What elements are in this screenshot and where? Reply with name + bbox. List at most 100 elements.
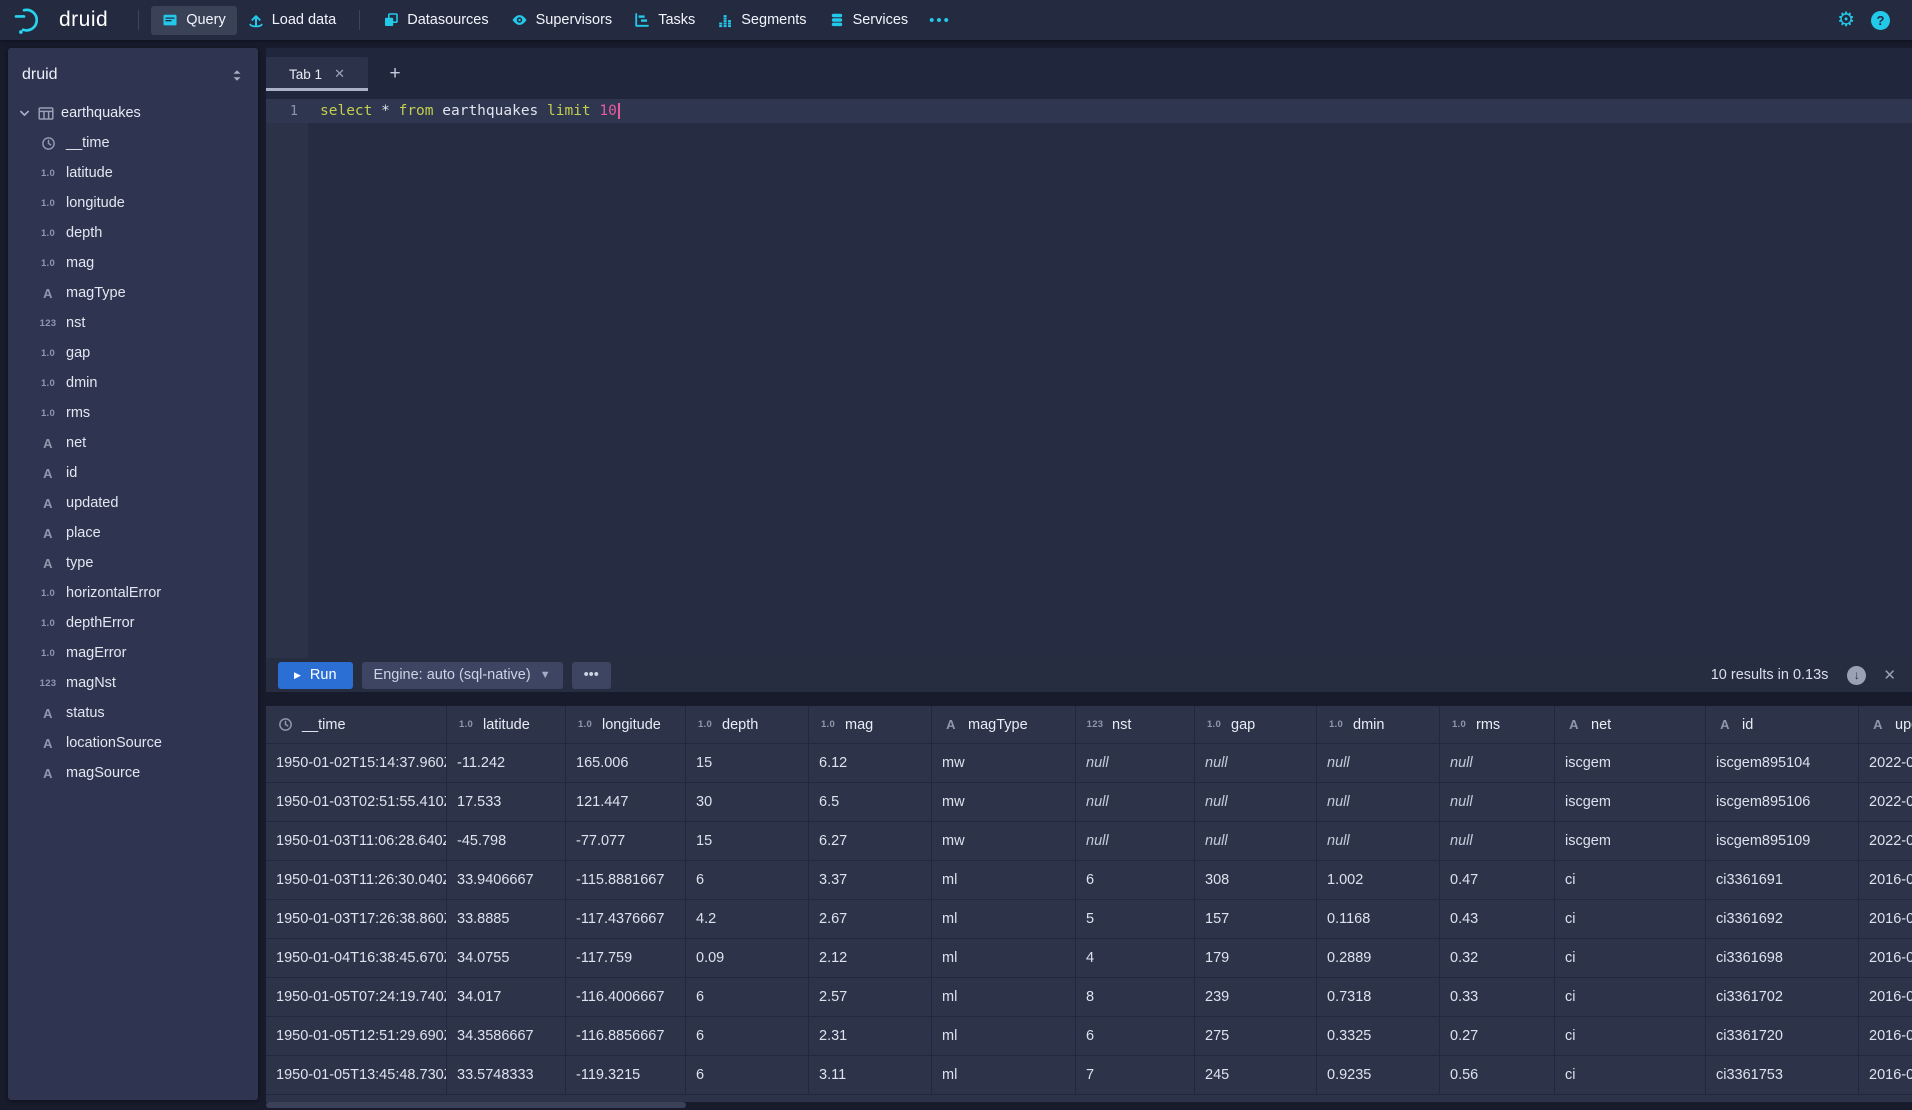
table-cell[interactable]: ci3361720 — [1706, 1017, 1859, 1056]
table-cell[interactable]: 6.27 — [809, 822, 932, 861]
sidebar-table-earthquakes[interactable]: earthquakes — [8, 98, 258, 128]
table-cell[interactable]: 1950-01-03T11:26:30.040Z — [266, 861, 447, 900]
table-cell[interactable]: 6 — [1076, 861, 1195, 900]
sidebar-column-dmin[interactable]: 1.0dmin — [8, 368, 258, 398]
table-cell[interactable]: 6 — [686, 978, 809, 1017]
results-column-header-longitude[interactable]: 1.0longitude — [566, 706, 686, 744]
table-cell[interactable]: -115.8881667 — [566, 861, 686, 900]
table-cell[interactable]: ml — [932, 978, 1076, 1017]
table-cell[interactable]: 0.32 — [1440, 939, 1555, 978]
table-cell[interactable]: 275 — [1195, 1017, 1317, 1056]
table-cell[interactable]: 1950-01-03T02:51:55.410Z — [266, 783, 447, 822]
results-column-header-latitude[interactable]: 1.0latitude — [447, 706, 566, 744]
engine-select[interactable]: Engine: auto (sql-native) ▼ — [362, 662, 563, 689]
sidebar-column-gap[interactable]: 1.0gap — [8, 338, 258, 368]
table-cell[interactable]: 0.27 — [1440, 1017, 1555, 1056]
download-results-icon[interactable]: ↓ — [1847, 666, 1866, 685]
table-cell[interactable]: 8 — [1076, 978, 1195, 1017]
table-cell[interactable]: 2016-0 — [1859, 978, 1912, 1017]
run-button[interactable]: ▶ Run — [278, 662, 353, 689]
sql-editor[interactable]: 1 select * from earthquakes limit 10 — [266, 99, 1912, 658]
table-cell[interactable]: null — [1076, 822, 1195, 861]
table-cell[interactable]: -77.077 — [566, 822, 686, 861]
table-cell[interactable]: 0.33 — [1440, 978, 1555, 1017]
results-column-header-nst[interactable]: 123nst — [1076, 706, 1195, 744]
sidebar-column-depthError[interactable]: 1.0depthError — [8, 608, 258, 638]
table-cell[interactable]: ci3361691 — [1706, 861, 1859, 900]
table-cell[interactable]: 6.5 — [809, 783, 932, 822]
results-column-header-depth[interactable]: 1.0depth — [686, 706, 809, 744]
horizontal-scrollbar[interactable] — [266, 1102, 686, 1108]
table-cell[interactable]: mw — [932, 744, 1076, 783]
close-tab-icon[interactable]: ✕ — [334, 66, 345, 82]
sort-icon[interactable] — [230, 68, 244, 83]
table-cell[interactable]: 15 — [686, 822, 809, 861]
table-cell[interactable]: 6.12 — [809, 744, 932, 783]
sidebar-column-id[interactable]: Aid — [8, 458, 258, 488]
table-cell[interactable]: 1950-01-05T13:45:48.730Z — [266, 1056, 447, 1095]
settings-gear-icon[interactable]: ⚙ — [1837, 10, 1855, 30]
help-icon[interactable]: ? — [1871, 11, 1890, 30]
table-cell[interactable]: null — [1317, 744, 1440, 783]
table-cell[interactable]: 0.7318 — [1317, 978, 1440, 1017]
table-cell[interactable]: 6 — [686, 1056, 809, 1095]
results-column-header-net[interactable]: Anet — [1555, 706, 1706, 744]
table-cell[interactable]: 2022-0 — [1859, 744, 1912, 783]
druid-logo[interactable]: druid — [14, 4, 108, 36]
sidebar-column-rms[interactable]: 1.0rms — [8, 398, 258, 428]
table-cell[interactable]: 0.43 — [1440, 900, 1555, 939]
table-cell[interactable]: 34.0755 — [447, 939, 566, 978]
sidebar-column-magType[interactable]: AmagType — [8, 278, 258, 308]
table-cell[interactable]: null — [1440, 822, 1555, 861]
table-cell[interactable]: 2022-0 — [1859, 783, 1912, 822]
results-column-header-magType[interactable]: AmagType — [932, 706, 1076, 744]
add-tab-button[interactable]: + — [380, 57, 410, 91]
results-column-header-updated[interactable]: Aupdated — [1859, 706, 1912, 744]
table-cell[interactable]: 2022-0 — [1859, 822, 1912, 861]
table-cell[interactable]: 2.31 — [809, 1017, 932, 1056]
nav-more-button[interactable]: ••• — [919, 12, 961, 29]
table-cell[interactable]: 157 — [1195, 900, 1317, 939]
table-cell[interactable]: 2.67 — [809, 900, 932, 939]
results-column-header-rms[interactable]: 1.0rms — [1440, 706, 1555, 744]
nav-item-supervisors[interactable]: Supervisors — [500, 6, 624, 35]
table-cell[interactable]: 0.1168 — [1317, 900, 1440, 939]
table-cell[interactable]: -116.4006667 — [566, 978, 686, 1017]
table-cell[interactable]: 6 — [1076, 1017, 1195, 1056]
table-cell[interactable]: -117.4376667 — [566, 900, 686, 939]
table-cell[interactable]: 2.12 — [809, 939, 932, 978]
table-cell[interactable]: null — [1195, 744, 1317, 783]
table-cell[interactable]: 2016-0 — [1859, 900, 1912, 939]
results-column-header-mag[interactable]: 1.0mag — [809, 706, 932, 744]
table-cell[interactable]: 245 — [1195, 1056, 1317, 1095]
results-column-header-gap[interactable]: 1.0gap — [1195, 706, 1317, 744]
table-cell[interactable]: ci3361702 — [1706, 978, 1859, 1017]
table-cell[interactable]: 34.3586667 — [447, 1017, 566, 1056]
table-cell[interactable]: 0.2889 — [1317, 939, 1440, 978]
table-cell[interactable]: 121.447 — [566, 783, 686, 822]
sidebar-column-net[interactable]: Anet — [8, 428, 258, 458]
table-cell[interactable]: 2.57 — [809, 978, 932, 1017]
table-cell[interactable]: null — [1440, 744, 1555, 783]
table-cell[interactable]: ml — [932, 1056, 1076, 1095]
table-cell[interactable]: 6 — [686, 861, 809, 900]
table-cell[interactable]: mw — [932, 783, 1076, 822]
table-cell[interactable]: iscgem895106 — [1706, 783, 1859, 822]
table-cell[interactable]: -116.8856667 — [566, 1017, 686, 1056]
table-cell[interactable]: null — [1076, 783, 1195, 822]
table-cell[interactable]: ci3361753 — [1706, 1056, 1859, 1095]
nav-item-services[interactable]: Services — [818, 6, 920, 35]
table-cell[interactable]: null — [1195, 783, 1317, 822]
table-cell[interactable]: -45.798 — [447, 822, 566, 861]
sidebar-column-place[interactable]: Aplace — [8, 518, 258, 548]
table-cell[interactable]: 0.47 — [1440, 861, 1555, 900]
table-cell[interactable]: 1950-01-05T07:24:19.740Z — [266, 978, 447, 1017]
table-cell[interactable]: ml — [932, 900, 1076, 939]
table-cell[interactable]: 0.9235 — [1317, 1056, 1440, 1095]
table-cell[interactable]: 17.533 — [447, 783, 566, 822]
nav-item-query[interactable]: Query — [151, 6, 237, 35]
table-cell[interactable]: iscgem — [1555, 822, 1706, 861]
table-cell[interactable]: null — [1076, 744, 1195, 783]
sidebar-column-magNst[interactable]: 123magNst — [8, 668, 258, 698]
table-cell[interactable]: 1950-01-02T15:14:37.960Z — [266, 744, 447, 783]
